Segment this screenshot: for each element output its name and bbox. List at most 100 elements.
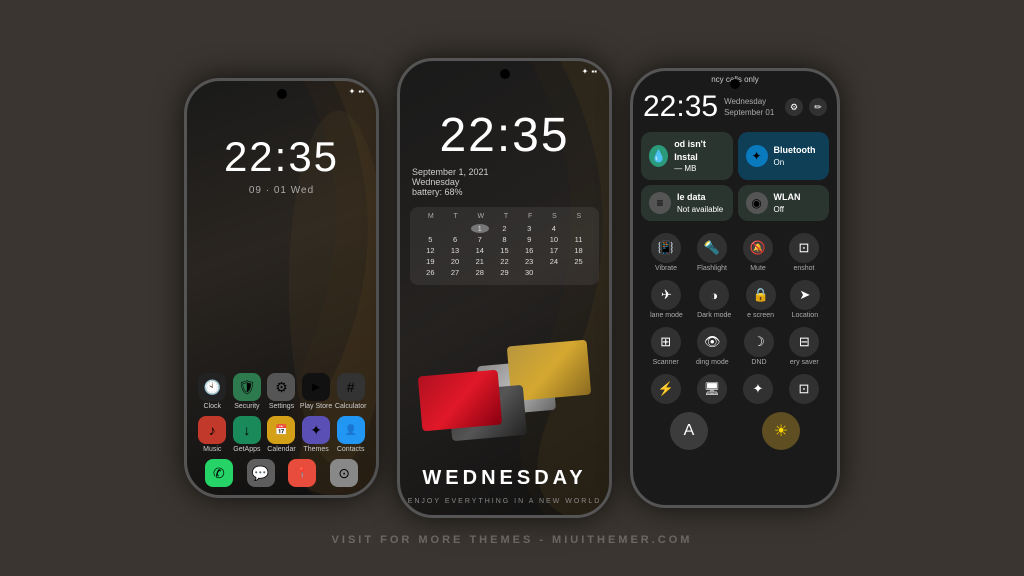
vibrate-label: Vibrate xyxy=(655,265,677,272)
bluetooth-icon-center: ✦ xyxy=(582,67,589,76)
app-getapps-label: GetApps xyxy=(233,446,260,453)
date-day-right: Wednesday xyxy=(724,96,774,107)
date-left: 09 · 01 Wed xyxy=(187,185,376,196)
btn-location[interactable]: ➤ Location xyxy=(790,280,820,319)
cal-row-5: 26 27 28 29 30 xyxy=(418,268,591,277)
clock-right: 22:35 xyxy=(643,90,718,124)
airplane-label: lane mode xyxy=(650,312,683,319)
app-maps-icon: 📍 xyxy=(288,459,316,487)
decorative-blocks xyxy=(400,333,609,463)
btn-power[interactable]: ⚡ xyxy=(651,374,681,404)
tile-data-title: le data xyxy=(677,191,723,204)
btn-mute[interactable]: 🔕 Mute xyxy=(743,233,773,272)
clock-left: 22:35 xyxy=(187,133,376,181)
app-security-icon: 🛡 xyxy=(233,373,261,401)
control-grid-2: ≡ le data Not available ◉ WLAN Off xyxy=(633,181,837,225)
bluetooth-icon: ✦ xyxy=(746,145,768,167)
wlan-icon: ◉ xyxy=(746,192,768,214)
tile-wlan[interactable]: ◉ WLAN Off xyxy=(738,185,830,221)
cal-h-s2: S xyxy=(576,213,581,220)
tile-bluetooth-text: Bluetooth On xyxy=(774,144,816,168)
tile-water[interactable]: 💧 od isn't Instal — MB xyxy=(641,132,733,180)
app-music[interactable]: ♪ Music xyxy=(195,416,229,453)
app-contacts-label: Contacts xyxy=(337,446,365,453)
app-security[interactable]: 🛡 Security xyxy=(230,373,264,410)
battery-icon-center: ▪▪ xyxy=(591,67,597,76)
edit-quick-icon[interactable]: ✏ xyxy=(809,98,827,116)
app-call[interactable]: ✆ xyxy=(203,459,235,487)
btn-reading[interactable]: 👁 ding mode xyxy=(696,327,729,366)
btn-dnd[interactable]: ☽ DND xyxy=(744,327,774,366)
block-red xyxy=(418,370,502,432)
app-camera-icon-app[interactable]: ⊙ xyxy=(328,459,360,487)
settings-quick-icon[interactable]: ⚙ xyxy=(785,98,803,116)
btn-screen-lock[interactable]: 🔒 e screen xyxy=(746,280,776,319)
extra1-icon: ✦ xyxy=(743,374,773,404)
app-music-label: Music xyxy=(203,446,221,453)
btn-cast[interactable]: 🖥 xyxy=(697,374,727,404)
app-playstore[interactable]: ▶ Play Store xyxy=(299,373,333,410)
location-label: Location xyxy=(792,312,818,319)
battery-center: battery: 68% xyxy=(412,187,597,197)
app-calendar-icon: 📅 xyxy=(267,416,295,444)
darkmode-icon: ◑ xyxy=(699,280,729,310)
tile-data[interactable]: ≡ le data Not available xyxy=(641,185,733,221)
vibrate-icon: 📳 xyxy=(651,233,681,263)
app-chat-icon: 💬 xyxy=(247,459,275,487)
camera-hole-right xyxy=(730,79,740,89)
btn-screenshot[interactable]: ⊡ enshot xyxy=(789,233,819,272)
btn-accessibility[interactable]: A xyxy=(670,412,708,450)
battery-saver-label: ery saver xyxy=(790,359,819,366)
btn-scanner[interactable]: ⊞ Scanner xyxy=(651,327,681,366)
btn-vibrate[interactable]: 📳 Vibrate xyxy=(651,233,681,272)
phone-center-content: ✦ ▪▪ 22:35 September 1, 2021 Wednesday b… xyxy=(400,61,609,515)
app-settings[interactable]: ⚙ Settings xyxy=(264,373,298,410)
app-contacts[interactable]: 👤 Contacts xyxy=(334,416,368,453)
tile-bluetooth[interactable]: ✦ Bluetooth On xyxy=(738,132,830,180)
icon-row-1: 📳 Vibrate 🔦 Flashlight 🔕 Mute ⊡ enshot xyxy=(633,229,837,276)
phone-left-screen: ✦ ▪▪ 22:35 09 · 01 Wed 🕙 Clock xyxy=(187,81,376,495)
mute-label: Mute xyxy=(750,265,766,272)
cal-h-f: F xyxy=(528,213,532,220)
calendar-widget: M T W T F S S 1 2 3 4 xyxy=(410,207,599,285)
final-row: A ☀ xyxy=(633,408,837,454)
app-clock[interactable]: 🕙 Clock xyxy=(195,373,229,410)
status-icons-left: ✦ ▪▪ xyxy=(349,87,364,96)
app-call-icon: ✆ xyxy=(205,459,233,487)
app-calculator[interactable]: # Calculator xyxy=(334,373,368,410)
screen-lock-icon: 🔒 xyxy=(746,280,776,310)
btn-extra2[interactable]: ⊡ xyxy=(789,374,819,404)
app-clock-label: Clock xyxy=(204,403,222,410)
app-getapps-icon: ↓ xyxy=(233,416,261,444)
phone-center: ✦ ▪▪ 22:35 September 1, 2021 Wednesday b… xyxy=(397,58,612,518)
btn-extra1[interactable]: ✦ xyxy=(743,374,773,404)
tile-wlan-title: WLAN xyxy=(774,191,801,204)
icon-row-3: ⊞ Scanner 👁 ding mode ☽ DND ⊟ ery saver xyxy=(633,323,837,370)
screenshot-icon: ⊡ xyxy=(789,233,819,263)
cal-h-t: T xyxy=(453,213,457,220)
battery-icon-left: ▪▪ xyxy=(358,87,364,96)
cal-row-4: 19 20 21 22 23 24 25 xyxy=(418,257,591,266)
clock-center: 22:35 xyxy=(400,108,609,163)
app-camera-icon: ⊙ xyxy=(330,459,358,487)
phone-left-content: ✦ ▪▪ 22:35 09 · 01 Wed 🕙 Clock xyxy=(187,81,376,495)
app-calendar[interactable]: 📅 Calendar xyxy=(264,416,298,453)
cal-row-2: 5 6 7 8 9 10 11 xyxy=(418,235,591,244)
btn-brightness[interactable]: ☀ xyxy=(762,412,800,450)
app-themes-label: Themes xyxy=(303,446,328,453)
app-themes[interactable]: ✦ Themes xyxy=(299,416,333,453)
app-getapps[interactable]: ↓ GetApps xyxy=(230,416,264,453)
app-maps[interactable]: 📍 xyxy=(287,459,319,487)
clock-actions: ⚙ ✏ xyxy=(785,98,827,116)
scanner-label: Scanner xyxy=(653,359,679,366)
btn-airplane[interactable]: ✈ lane mode xyxy=(650,280,683,319)
camera-hole-left xyxy=(277,89,287,99)
app-calendar-label: Calendar xyxy=(267,446,295,453)
reading-icon: 👁 xyxy=(697,327,727,357)
app-chat[interactable]: 💬 xyxy=(245,459,277,487)
btn-darkmode[interactable]: ◑ Dark mode xyxy=(697,280,731,319)
tile-water-sub: — MB xyxy=(674,163,724,174)
btn-battery-saver[interactable]: ⊟ ery saver xyxy=(789,327,819,366)
btn-flashlight[interactable]: 🔦 Flashlight xyxy=(697,233,727,272)
control-grid-1: 💧 od isn't Instal — MB ✦ Bluetooth On xyxy=(633,128,837,184)
